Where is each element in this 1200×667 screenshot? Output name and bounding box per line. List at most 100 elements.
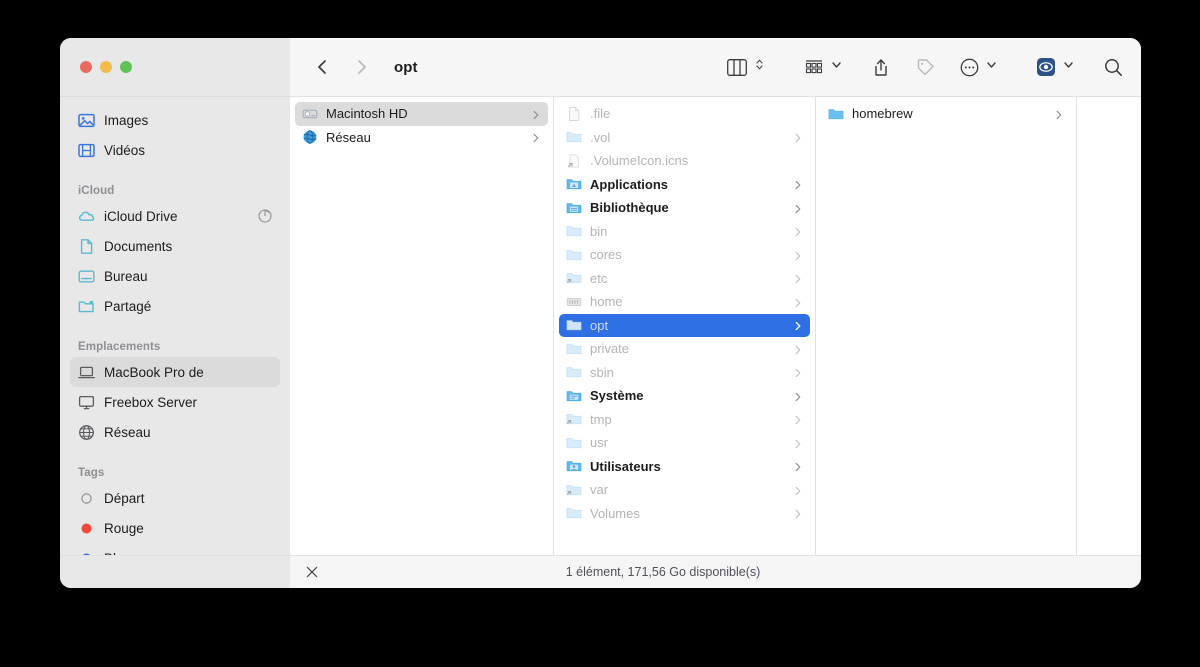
list-item[interactable]: .vol [559, 126, 810, 150]
chevron-right-icon [792, 225, 804, 237]
list-item[interactable]: Réseau [295, 126, 548, 150]
sidebar-item-label: Images [104, 112, 149, 128]
status-bar-sidebar-pad [60, 556, 290, 588]
folder-icon [566, 505, 582, 521]
close-window-button[interactable] [80, 61, 92, 73]
sidebar-tag-bleu[interactable]: Bleu [70, 543, 280, 555]
sidebar-tag-depart[interactable]: Départ [70, 483, 280, 513]
chevron-right-icon [792, 178, 804, 190]
chevron-down-icon[interactable] [1060, 58, 1075, 76]
column-view-icon[interactable] [723, 55, 751, 79]
globe-icon [78, 424, 95, 441]
list-item[interactable]: usr [559, 431, 810, 455]
group-by-icon[interactable] [800, 55, 828, 79]
sidebar-item-network[interactable]: Réseau [70, 417, 280, 447]
search-icon[interactable] [1099, 55, 1127, 79]
eye-icon[interactable] [1032, 55, 1060, 79]
sidebar-group-title-tags: Tags [78, 467, 105, 479]
window-top-band: opt [60, 38, 1141, 97]
forward-button[interactable] [352, 57, 372, 77]
chevron-right-icon [792, 131, 804, 143]
list-item[interactable]: Volumes [559, 502, 810, 526]
users-folder-icon [566, 458, 582, 474]
movies-icon [78, 142, 95, 159]
list-item-label: bin [590, 223, 608, 239]
list-item-selected[interactable]: opt [559, 313, 810, 337]
chevron-right-icon [792, 413, 804, 425]
sidebar-item-documents[interactable]: Documents [70, 231, 280, 261]
list-item-label: Bibliothèque [590, 200, 669, 216]
preview-control[interactable] [1032, 55, 1075, 79]
list-item[interactable]: etc [559, 267, 810, 291]
list-item[interactable]: Applications [559, 173, 810, 197]
list-item[interactable]: Macintosh HD [295, 102, 548, 126]
sidebar-item-freebox-server[interactable]: Freebox Server [70, 387, 280, 417]
sidebar: Images Vidéos iCloud iCloud Drive Docume… [60, 97, 290, 555]
list-item[interactable]: homebrew [821, 102, 1071, 126]
list-item[interactable]: home [559, 290, 810, 314]
sidebar-item-images[interactable]: Images [70, 105, 280, 135]
list-item[interactable]: var [559, 478, 810, 502]
tag-dot-icon [78, 520, 95, 537]
group-by-control[interactable] [800, 55, 843, 79]
shared-folder-icon [78, 298, 95, 315]
zoom-window-button[interactable] [120, 61, 132, 73]
folder-icon [566, 223, 582, 239]
sidebar-tag-rouge[interactable]: Rouge [70, 513, 280, 543]
sidebar-item-icloud-drive[interactable]: iCloud Drive [70, 201, 280, 231]
sidebar-item-shared[interactable]: Partagé [70, 291, 280, 321]
folder-icon [566, 341, 582, 357]
up-down-chevron-icon[interactable] [751, 58, 766, 76]
sidebar-item-label: Freebox Server [104, 394, 198, 410]
status-bar: 1 élément, 171,56 Go disponible(s) [60, 555, 1141, 588]
chevron-right-icon [792, 366, 804, 378]
minimize-window-button[interactable] [100, 61, 112, 73]
list-item[interactable]: cores [559, 243, 810, 267]
tag-dot-icon [78, 490, 95, 507]
sidebar-item-label: Bureau [104, 268, 148, 284]
chevron-right-icon [792, 460, 804, 472]
sidebar-item-label: Partagé [104, 298, 152, 314]
tag-icon[interactable] [911, 55, 939, 79]
library-folder-icon [566, 200, 582, 216]
list-item[interactable]: .file [559, 102, 810, 126]
sidebar-item-label: Réseau [104, 424, 151, 440]
list-item-label: Système [590, 388, 644, 404]
sidebar-item-videos[interactable]: Vidéos [70, 135, 280, 165]
chevron-right-icon [792, 437, 804, 449]
chevron-right-icon [792, 202, 804, 214]
chevron-down-icon[interactable] [983, 58, 998, 76]
alias-folder-icon [566, 411, 582, 427]
list-item-label: opt [590, 317, 609, 333]
chevron-right-icon [792, 296, 804, 308]
view-mode-control[interactable] [723, 55, 766, 79]
list-item[interactable]: .VolumeIcon.icns [559, 149, 810, 173]
traffic-lights [80, 61, 132, 73]
list-item[interactable]: private [559, 337, 810, 361]
chevron-right-icon [1053, 108, 1065, 120]
list-item[interactable]: tmp [559, 408, 810, 432]
alias-file-icon [566, 153, 582, 169]
list-item[interactable]: sbin [559, 361, 810, 385]
status-text: 1 élément, 171,56 Go disponible(s) [565, 565, 761, 579]
sidebar-item-desktop[interactable]: Bureau [70, 261, 280, 291]
folder-icon [566, 129, 582, 145]
chevron-right-icon [530, 131, 542, 143]
more-actions-control[interactable] [955, 55, 998, 79]
sidebar-item-macbook-pro[interactable]: MacBook Pro de [70, 357, 280, 387]
list-item-label: Utilisateurs [590, 458, 661, 474]
list-item[interactable]: Utilisateurs [559, 455, 810, 479]
share-icon[interactable] [867, 55, 895, 79]
list-item[interactable]: Bibliothèque [559, 196, 810, 220]
sync-progress-icon [258, 209, 272, 223]
back-button[interactable] [312, 57, 332, 77]
more-ellipsis-icon[interactable] [955, 55, 983, 79]
chevron-right-icon [792, 390, 804, 402]
list-item[interactable]: bin [559, 220, 810, 244]
folder-icon [566, 364, 582, 380]
list-item[interactable]: Système [559, 384, 810, 408]
list-item-label: var [590, 482, 609, 498]
network-globe-icon [302, 129, 318, 145]
sidebar-item-label: MacBook Pro de [104, 364, 204, 380]
chevron-down-icon[interactable] [828, 58, 843, 76]
